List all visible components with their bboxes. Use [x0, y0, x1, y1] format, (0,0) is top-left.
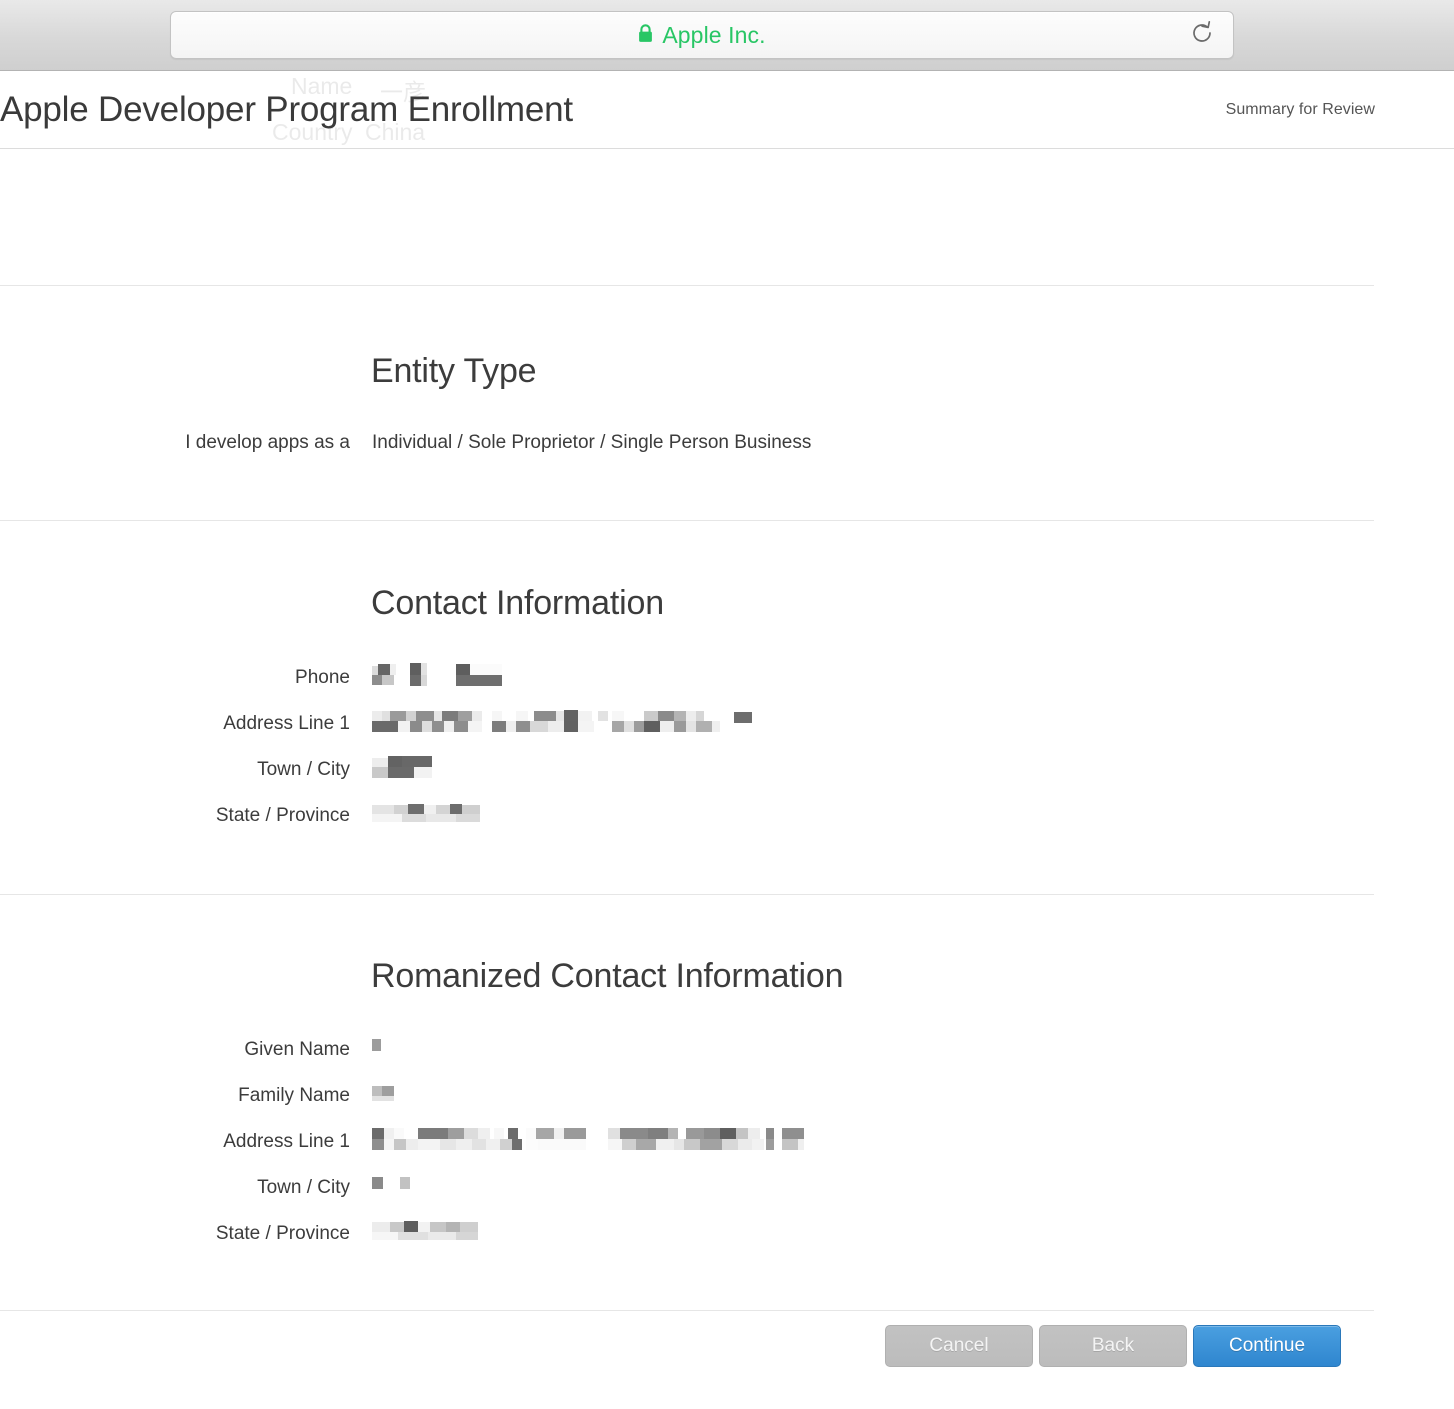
field-row-romanized-address-line-1: Address Line 1 [0, 1126, 1454, 1158]
section-title-romanized-contact-information: Romanized Contact Information [371, 957, 844, 995]
site-identity-label: Apple Inc. [662, 21, 766, 48]
field-row-given-name: Given Name [0, 1034, 1454, 1066]
section-title-entity-type: Entity Type [371, 352, 537, 390]
section-contact-information: Contact Information Phone Address Line 1… [0, 521, 1454, 894]
field-row-romanized-state-province: State / Province [0, 1218, 1454, 1250]
section-entity-type: Entity Type I develop apps as a Individu… [0, 286, 1454, 520]
field-label-state-province: State / Province [215, 805, 350, 826]
continue-button[interactable]: Continue [1193, 1325, 1341, 1367]
redacted-town-city-value [372, 754, 442, 786]
url-bar[interactable]: Apple Inc. [170, 11, 1234, 59]
redacted-family-name-value [372, 1080, 404, 1112]
reload-button[interactable] [1187, 20, 1217, 50]
lock-icon [638, 22, 653, 49]
field-label-phone: Phone [295, 667, 350, 688]
redacted-phone-value [372, 662, 502, 694]
section-romanized-contact-information: Romanized Contact Information Given Name… [0, 895, 1454, 1310]
field-value-romanized-state-province [372, 1218, 492, 1250]
field-value-family-name [372, 1080, 404, 1112]
enrollment-step-label: Summary for Review [1225, 100, 1375, 118]
section-title-contact-information: Contact Information [371, 584, 664, 622]
redacted-romanized-state-province-value [372, 1218, 492, 1250]
field-value-romanized-town-city [372, 1172, 432, 1204]
redacted-address-value [372, 708, 758, 740]
redacted-given-name-value [372, 1034, 392, 1066]
field-label-romanized-address-line-1: Address Line 1 [223, 1131, 350, 1152]
field-label-romanized-town-city: Town / City [257, 1177, 350, 1198]
field-label-given-name: Given Name [244, 1039, 350, 1060]
field-label-town-city: Town / City [257, 759, 350, 780]
redacted-romanized-town-city-value [372, 1172, 432, 1204]
footer: Cancel Back Continue [0, 1311, 1454, 1409]
field-row-phone: Phone [0, 662, 1454, 694]
field-value-address-line-1 [372, 708, 758, 740]
field-value-given-name [372, 1034, 392, 1066]
page-header: Name 一彦 Country China Apple Developer Pr… [0, 71, 1454, 149]
page-title: Apple Developer Program Enrollment [0, 89, 573, 129]
field-row-entity-type: I develop apps as a Individual / Sole Pr… [0, 432, 1454, 454]
field-row-state-province: State / Province [0, 800, 1454, 832]
field-row-family-name: Family Name [0, 1080, 1454, 1112]
field-label-family-name: Family Name [238, 1085, 350, 1106]
field-value-town-city [372, 754, 442, 786]
footer-button-row: Cancel Back Continue [885, 1325, 1341, 1367]
field-label-address-line-1: Address Line 1 [223, 713, 350, 734]
back-button[interactable]: Back [1039, 1325, 1187, 1367]
field-row-romanized-town-city: Town / City [0, 1172, 1454, 1204]
main-content: Entity Type I develop apps as a Individu… [0, 149, 1454, 1311]
field-value-romanized-address-line-1 [372, 1126, 806, 1158]
cancel-button[interactable]: Cancel [885, 1325, 1033, 1367]
field-row-address-line-1: Address Line 1 [0, 708, 1454, 740]
browser-chrome: Apple Inc. [0, 0, 1454, 71]
site-identity: Apple Inc. [638, 21, 766, 49]
field-row-town-city: Town / City [0, 754, 1454, 786]
field-label-develop-as: I develop apps as a [185, 432, 350, 453]
field-value-phone [372, 662, 502, 694]
redacted-state-province-value [372, 800, 492, 832]
field-label-romanized-state-province: State / Province [215, 1223, 350, 1244]
field-value-state-province [372, 800, 492, 832]
redacted-romanized-address-value [372, 1126, 806, 1158]
reload-icon [1189, 20, 1215, 51]
field-value-develop-as: Individual / Sole Proprietor / Single Pe… [372, 432, 812, 453]
